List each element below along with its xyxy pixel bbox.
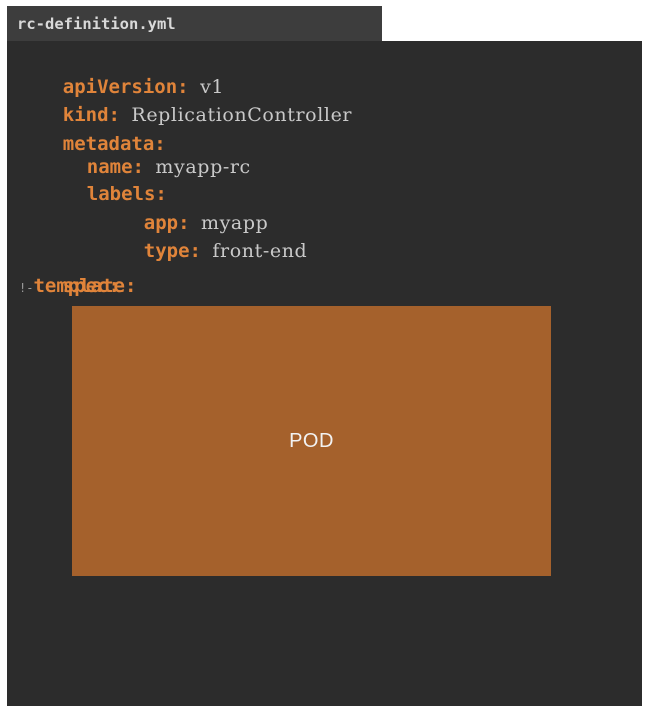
yaml-key-template: template: [33, 275, 137, 297]
yaml-key-type: type: [143, 240, 201, 262]
pod-block: POD [72, 306, 551, 576]
text-cursor-icon: !- [19, 281, 34, 295]
file-tab[interactable]: rc-definition.yml [7, 6, 382, 41]
code-panel: apiVersion: v1 kind: ReplicationControll… [7, 41, 642, 706]
file-tab-label: rc-definition.yml [17, 14, 176, 33]
yaml-value-name: myapp-rc [155, 156, 251, 178]
pod-label: POD [289, 429, 334, 452]
yaml-value-type: front-end [212, 240, 308, 262]
yaml-line-template: !-template: [19, 274, 136, 300]
